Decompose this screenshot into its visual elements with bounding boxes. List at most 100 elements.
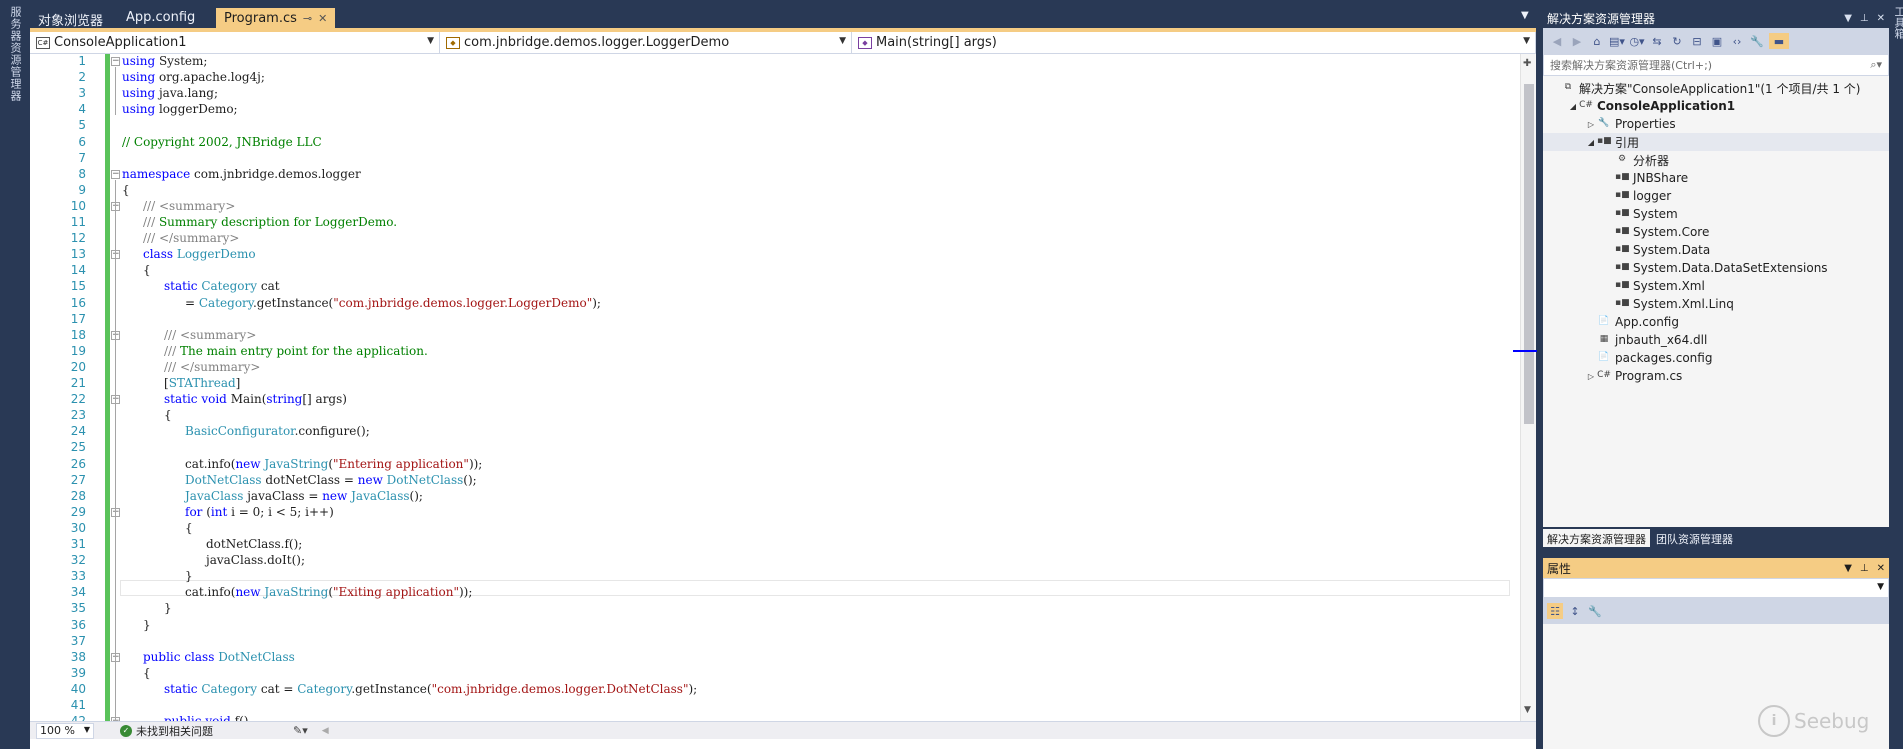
search-input[interactable]: 搜索解决方案资源管理器(Ctrl+;) ⌕▾	[1543, 54, 1889, 76]
tree-node[interactable]: ◢ ▪■ 引用	[1543, 133, 1889, 151]
tree-node[interactable]: ⧉ 解决方案"ConsoleApplication1"(1 个项目/共 1 个)	[1543, 79, 1889, 97]
wrench-icon[interactable]: 🔧	[1749, 33, 1765, 49]
issues-indicator[interactable]: ✓ 未找到相关问题	[120, 723, 213, 739]
forward-icon[interactable]: ▶	[1569, 33, 1585, 49]
code-line[interactable]: 42−public void f()	[30, 714, 1520, 721]
code-line[interactable]: 41	[30, 698, 1520, 714]
code-line[interactable]: 20 /// </summary>	[30, 360, 1520, 376]
tree-node[interactable]: ▪■ System.Data.DataSetExtensions	[1543, 259, 1889, 277]
pending-changes-icon[interactable]: ◷▾	[1629, 33, 1645, 49]
vertical-scrollbar[interactable]: ✚ ▼	[1513, 54, 1537, 721]
tree-node[interactable]: ▷ 🔧 Properties	[1543, 115, 1889, 133]
code-line[interactable]: 15 static Category cat	[30, 279, 1520, 295]
zoom-dropdown[interactable]: 100 % ▼	[36, 722, 94, 739]
code-line[interactable]: 17	[30, 312, 1520, 328]
tab-team-explorer[interactable]: 团队资源管理器	[1652, 529, 1737, 547]
scrollbar-thumb[interactable]	[1524, 84, 1534, 424]
member-dropdown[interactable]: ◆ Main(string[] args) ▼	[852, 32, 1536, 53]
tree-node[interactable]: ▪■ System.Xml	[1543, 277, 1889, 295]
alphabetical-icon[interactable]: ↕	[1567, 603, 1583, 619]
code-line[interactable]: 25	[30, 440, 1520, 456]
tree-node[interactable]: ▷ C# Program.cs	[1543, 367, 1889, 385]
code-line[interactable]: 38−public class DotNetClass	[30, 650, 1520, 666]
code-line[interactable]: 39 {	[30, 666, 1520, 682]
tab-program-cs[interactable]: Program.cs ⊸ ✕	[216, 8, 336, 28]
code-line[interactable]: 36}	[30, 618, 1520, 634]
home-icon[interactable]: ⌂	[1589, 33, 1605, 49]
code-line[interactable]: 11 /// Summary description for LoggerDemo…	[30, 215, 1520, 231]
close-icon[interactable]: ✕	[318, 12, 327, 25]
code-line[interactable]: 12 /// </summary>	[30, 231, 1520, 247]
code-line[interactable]: 35}	[30, 601, 1520, 617]
code-line[interactable]: 32 javaClass.doIt();	[30, 553, 1520, 569]
tree-node[interactable]: ▪■ System	[1543, 205, 1889, 223]
tree-node[interactable]: 📄 App.config	[1543, 313, 1889, 331]
project-dropdown[interactable]: C# ConsoleApplication1 ▼	[30, 32, 440, 53]
code-line[interactable]: 34 cat.info(new JavaString("Exiting appli…	[30, 585, 1520, 601]
code-line[interactable]: 26 cat.info(new JavaString("Entering appl…	[30, 457, 1520, 473]
tree-node[interactable]: 📄 packages.config	[1543, 349, 1889, 367]
code-line[interactable]: 37	[30, 634, 1520, 650]
code-line[interactable]: 4 using loggerDemo;	[30, 102, 1520, 118]
tab-dropdown-icon[interactable]: ▼	[1521, 10, 1529, 21]
pin-icon[interactable]: ⊥	[1860, 563, 1869, 574]
tree-node[interactable]: ▪■ System.Xml.Linq	[1543, 295, 1889, 313]
code-line[interactable]: 2 using org.apache.log4j;	[30, 70, 1520, 86]
expand-icon[interactable]: ▷	[1585, 372, 1597, 381]
back-icon[interactable]: ◀	[1549, 33, 1565, 49]
close-icon[interactable]: ✕	[1877, 563, 1885, 574]
scroll-down-icon[interactable]: ▼	[1524, 705, 1531, 715]
class-dropdown[interactable]: ◆ com.jnbridge.demos.logger.LoggerDemo ▼	[440, 32, 852, 53]
tree-node[interactable]: ⚙ 分析器	[1543, 151, 1889, 169]
code-line[interactable]: 14 {	[30, 263, 1520, 279]
horizontal-scroll-left-icon[interactable]: ◀	[322, 726, 329, 736]
code-line[interactable]: 5	[30, 118, 1520, 134]
code-line[interactable]: 13−class LoggerDemo	[30, 247, 1520, 263]
code-line[interactable]: 6 // Copyright 2002, JNBridge LLC	[30, 135, 1520, 151]
tree-node[interactable]: ▪■ JNBShare	[1543, 169, 1889, 187]
toolbox-tab[interactable]: 工具箱	[1891, 6, 1903, 39]
show-all-files-icon[interactable]: ▣	[1709, 33, 1725, 49]
code-line[interactable]: 28 JavaClass javaClass = new JavaClass();	[30, 489, 1520, 505]
collapse-icon[interactable]: ◢	[1567, 102, 1579, 111]
sync-icon[interactable]: ⇆	[1649, 33, 1665, 49]
code-line[interactable]: 18−/// <summary>	[30, 328, 1520, 344]
code-area[interactable]: 1− using System; 2 using org.apache.log4j; 3…	[30, 54, 1520, 721]
code-line[interactable]: 16 = Category.getInstance("com.jnbridge.d…	[30, 296, 1520, 312]
expand-icon[interactable]: ▷	[1585, 120, 1597, 129]
tree-node[interactable]: ▦ jnbauth_x64.dll	[1543, 331, 1889, 349]
code-line[interactable]: 9{	[30, 183, 1520, 199]
server-explorer-tab[interactable]: 服务器资源管理器	[7, 6, 23, 102]
property-pages-icon[interactable]: 🔧	[1587, 603, 1603, 619]
tab-solution-explorer[interactable]: 解决方案资源管理器	[1543, 529, 1650, 547]
pin-icon[interactable]: ⊸	[303, 12, 312, 25]
collapse-all-icon[interactable]: ⊟	[1689, 33, 1705, 49]
tab-object-browser[interactable]: 对象浏览器	[30, 8, 111, 29]
code-line[interactable]: 21 [STAThread]	[30, 376, 1520, 392]
code-line[interactable]: 1 − using System;	[30, 54, 1520, 70]
code-line[interactable]: 24 BasicConfigurator.configure();	[30, 424, 1520, 440]
code-line[interactable]: 33}	[30, 569, 1520, 585]
tree-node[interactable]: ▪■ System.Data	[1543, 241, 1889, 259]
tree-node[interactable]: ◢ C# ConsoleApplication1	[1543, 97, 1889, 115]
collapse-icon[interactable]: ◢	[1585, 138, 1597, 147]
code-line[interactable]: 3 using java.lang;	[30, 86, 1520, 102]
code-line[interactable]: 40 static Category cat = Category.getInst…	[30, 682, 1520, 698]
object-selector[interactable]: ▼	[1543, 578, 1889, 598]
collapse-icon[interactable]: −	[111, 57, 120, 66]
code-line[interactable]: 8 − namespace com.jnbridge.demos.logger	[30, 167, 1520, 183]
refresh-icon[interactable]: ↻	[1669, 33, 1685, 49]
split-editor-icon[interactable]: ✚	[1523, 58, 1531, 69]
code-line[interactable]: 19 /// The main entry point for the appli…	[30, 344, 1520, 360]
code-line[interactable]: 29−for (int i = 0; i < 5; i++)	[30, 505, 1520, 521]
pin-icon[interactable]: ⊥	[1860, 13, 1869, 24]
code-line[interactable]: 31 dotNetClass.f();	[30, 537, 1520, 553]
switch-views-icon[interactable]: ▤▾	[1609, 33, 1625, 49]
chevron-down-icon[interactable]: ▼	[1844, 563, 1852, 574]
chevron-down-icon[interactable]: ▼	[1844, 13, 1852, 24]
code-line[interactable]: 27 DotNetClass dotNetClass = new DotNetCl…	[30, 473, 1520, 489]
code-line[interactable]: 30 {	[30, 521, 1520, 537]
code-line[interactable]: 7	[30, 151, 1520, 167]
code-line[interactable]: 22−static void Main(string[] args)	[30, 392, 1520, 408]
code-cleanup-icon[interactable]: ✎▾	[293, 724, 308, 737]
